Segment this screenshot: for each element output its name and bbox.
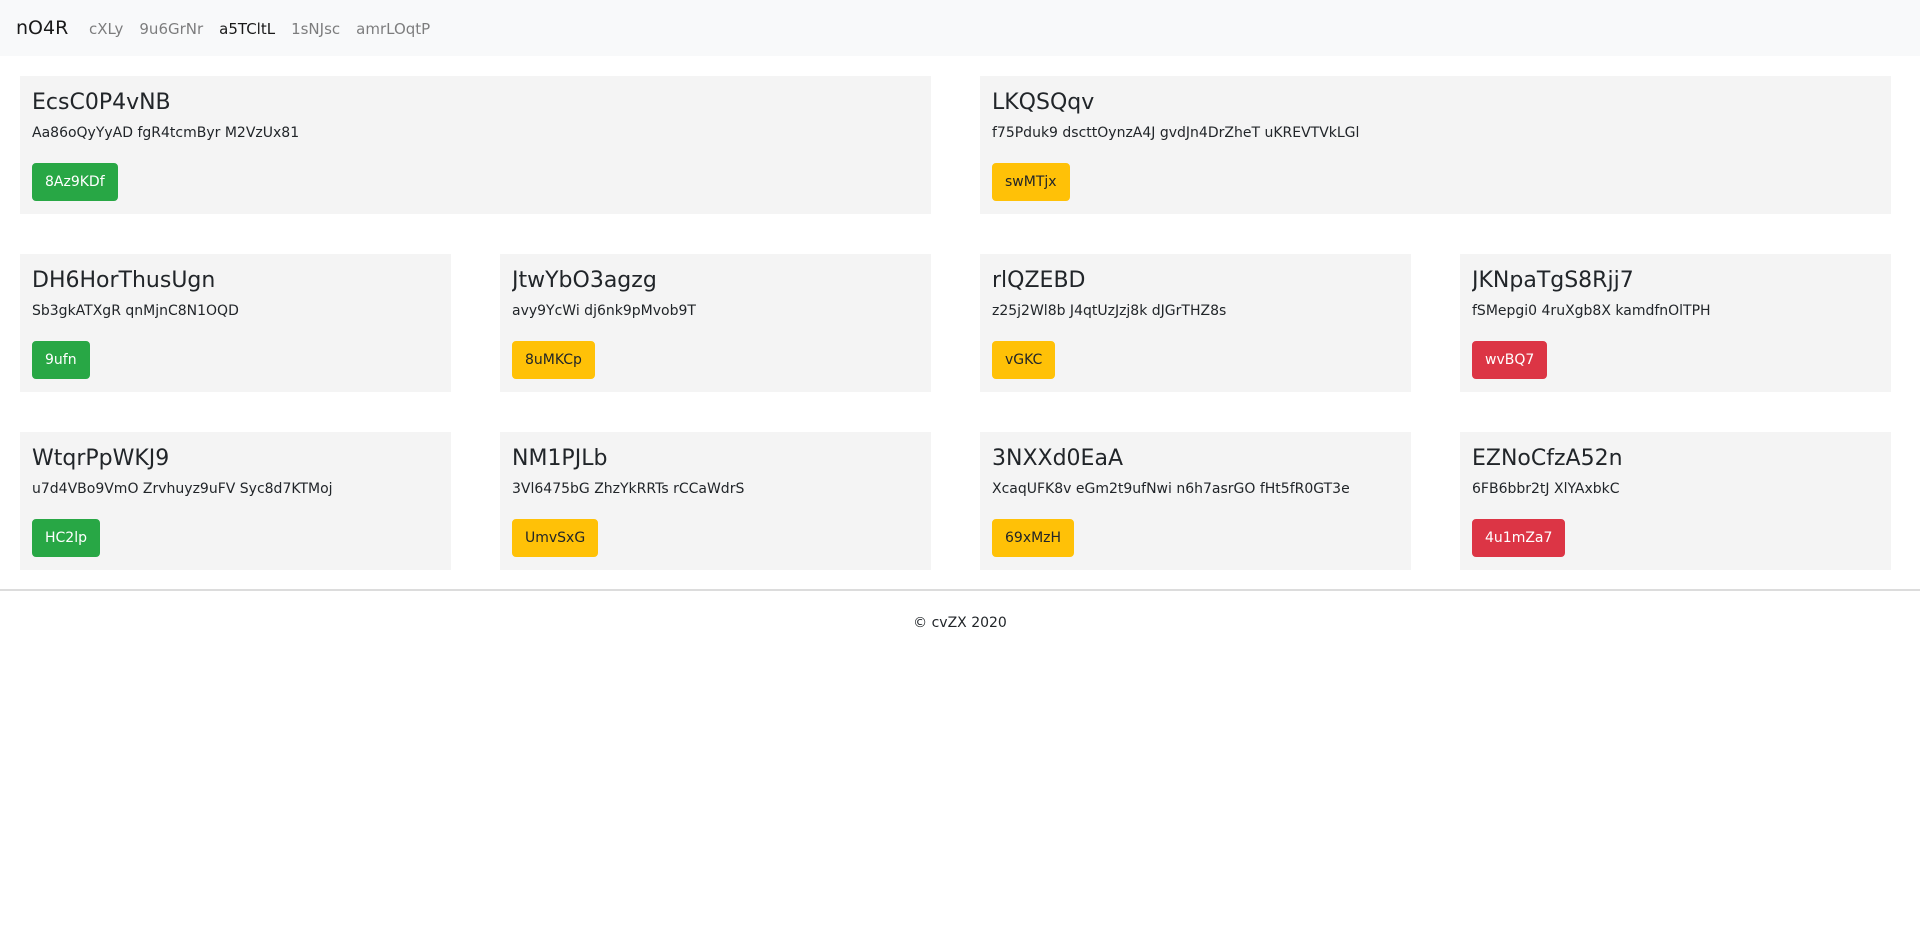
card-button[interactable]: vGKC [992, 341, 1056, 379]
card: WtqrPpWKJ9 u7d4VBo9VmO Zrvhuyz9uFV Syc8d… [20, 432, 451, 570]
card-text: Aa86oQyYyAD fgR4tcmByr M2VzUx81 [32, 125, 300, 141]
nav-link-4[interactable]: 1sNJsc [291, 19, 340, 39]
card-title: DH6HorThusUgn [32, 268, 216, 293]
card-button[interactable]: 8uMKCp [512, 341, 595, 379]
navbar-brand[interactable]: nO4R [16, 16, 68, 40]
card-button[interactable]: 69xMzH [992, 519, 1075, 557]
card: JtwYbO3agzg avy9YcWi dj6nk9pMvob9T 8uMKC… [500, 254, 931, 392]
card-title: EZNoCfzA52n [1472, 446, 1623, 471]
card-text: avy9YcWi dj6nk9pMvob9T [512, 303, 696, 319]
card: rlQZEBD z25j2Wl8b J4qtUzJzj8k dJGrTHZ8s … [980, 254, 1411, 392]
card-title: JKNpaTgS8Rjj7 [1472, 268, 1634, 293]
card-button[interactable]: HC2lp [32, 519, 100, 557]
footer-divider [0, 589, 1920, 591]
card-title: JtwYbO3agzg [512, 268, 657, 293]
card-text: u7d4VBo9VmO Zrvhuyz9uFV Syc8d7KTMoj [32, 481, 333, 497]
card-text: 6FB6bbr2tJ XlYAxbkC [1472, 481, 1620, 497]
card: DH6HorThusUgn Sb3gkATXgR qnMjnC8N1OQD 9u… [20, 254, 451, 392]
card-title: EcsC0P4vNB [32, 90, 171, 115]
card-text: 3Vl6475bG ZhzYkRRTs rCCaWdrS [512, 481, 745, 497]
card-button[interactable]: UmvSxG [512, 519, 599, 557]
nav-link-3[interactable]: a5TCltL [219, 19, 275, 39]
nav-link-1[interactable]: cXLy [89, 19, 123, 39]
card-text: z25j2Wl8b J4qtUzJzj8k dJGrTHZ8s [992, 303, 1227, 319]
card-button[interactable]: wvBQ7 [1472, 341, 1548, 379]
card-button[interactable]: 4u1mZa7 [1472, 519, 1566, 557]
card: EZNoCfzA52n 6FB6bbr2tJ XlYAxbkC 4u1mZa7 [1460, 432, 1891, 570]
card-button[interactable]: 9ufn [32, 341, 90, 379]
nav-link-2[interactable]: 9u6GrNr [139, 19, 203, 39]
card-title: LKQSQqv [992, 90, 1095, 115]
footer-text: © cvZX 2020 [913, 615, 1007, 631]
card: NM1PJLb 3Vl6475bG ZhzYkRRTs rCCaWdrS Umv… [500, 432, 931, 570]
card: LKQSQqv f75Pduk9 dscttOynzA4J gvdJn4DrZh… [980, 76, 1891, 214]
card-button[interactable]: 8Az9KDf [32, 163, 118, 201]
card-button[interactable]: swMTjx [992, 163, 1070, 201]
card: JKNpaTgS8Rjj7 fSMepgi0 4ruXgb8X kamdfnOl… [1460, 254, 1891, 392]
footer: © cvZX 2020 [0, 613, 1920, 633]
nav-link-5[interactable]: amrLOqtP [356, 19, 430, 39]
card-title: NM1PJLb [512, 446, 608, 471]
card-text: f75Pduk9 dscttOynzA4J gvdJn4DrZheT uKREV… [992, 125, 1360, 141]
card: 3NXXd0EaA XcaqUFK8v eGm2t9ufNwi n6h7asrG… [980, 432, 1411, 570]
nav-links: cXLy 9u6GrNr a5TCltL 1sNJsc amrLOqtP [89, 19, 446, 39]
card-text: fSMepgi0 4ruXgb8X kamdfnOlTPH [1472, 303, 1711, 319]
card-text: Sb3gkATXgR qnMjnC8N1OQD [32, 303, 239, 319]
card-title: 3NXXd0EaA [992, 446, 1123, 471]
card-title: rlQZEBD [992, 268, 1086, 293]
top-navbar: nO4R cXLy 9u6GrNr a5TCltL 1sNJsc amrLOqt… [0, 0, 1920, 56]
card-text: XcaqUFK8v eGm2t9ufNwi n6h7asrGO fHt5fR0G… [992, 481, 1350, 497]
card: EcsC0P4vNB Aa86oQyYyAD fgR4tcmByr M2VzUx… [20, 76, 931, 214]
card-title: WtqrPpWKJ9 [32, 446, 170, 471]
